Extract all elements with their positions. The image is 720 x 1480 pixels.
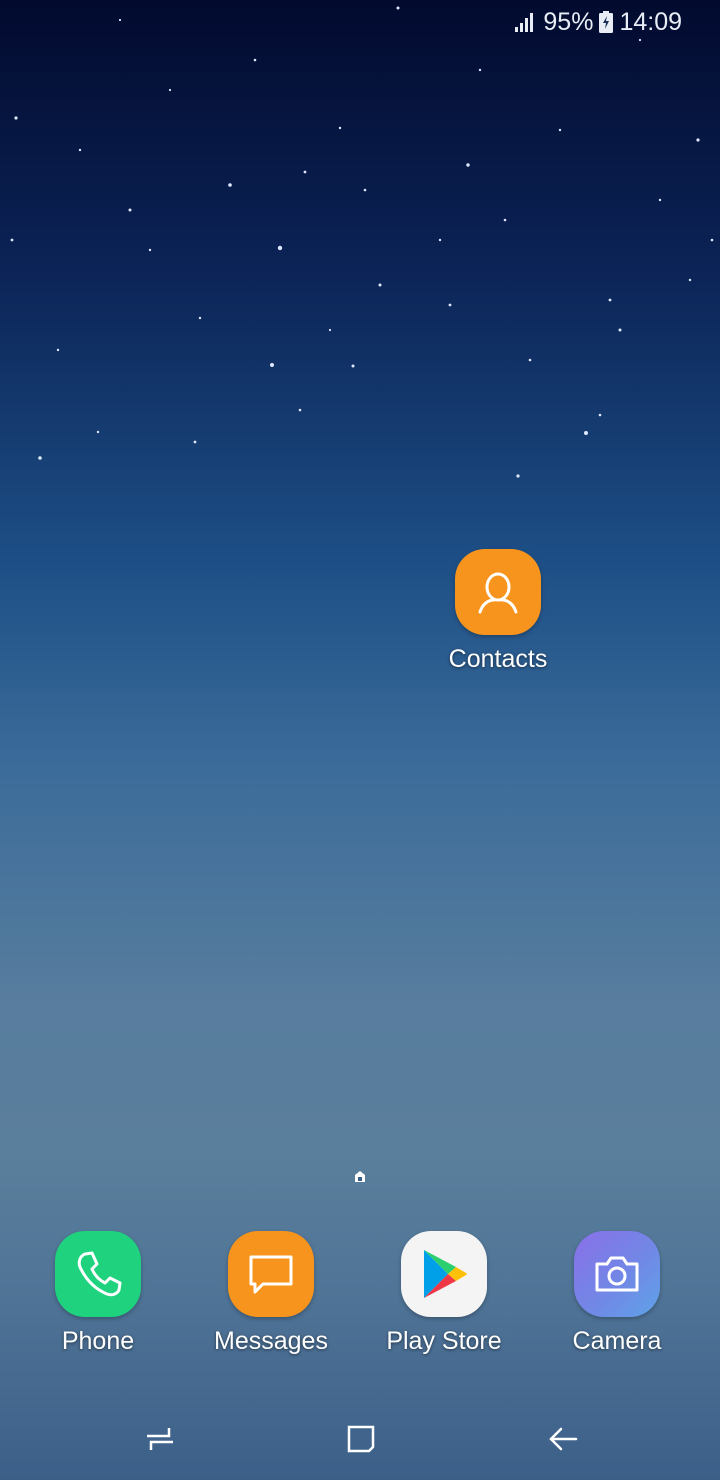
home-icon bbox=[347, 1425, 375, 1453]
dock-app-phone-label: Phone bbox=[61, 1327, 135, 1355]
app-contacts[interactable]: Contacts bbox=[428, 549, 568, 674]
contacts-icon bbox=[455, 549, 541, 635]
dock-app-messages-label: Messages bbox=[214, 1327, 328, 1355]
dock-app-play-store[interactable]: Play Store bbox=[374, 1231, 514, 1356]
dock-app-camera-label: Camera bbox=[572, 1327, 662, 1355]
back-button[interactable] bbox=[533, 1414, 593, 1464]
camera-icon bbox=[574, 1231, 660, 1317]
recent-apps-button[interactable] bbox=[130, 1414, 190, 1464]
dock-app-messages[interactable]: Messages bbox=[201, 1231, 341, 1356]
navigation-bar bbox=[0, 1396, 720, 1480]
starfield-wallpaper bbox=[10, 6, 714, 478]
home-page-indicator-icon bbox=[355, 1171, 365, 1182]
battery-percent: 95% bbox=[543, 7, 594, 36]
dock-app-play-store-label: Play Store bbox=[386, 1327, 502, 1355]
app-contacts-label: Contacts bbox=[448, 645, 548, 673]
status-bar: 95% 14:09 bbox=[0, 0, 720, 44]
signal-icon bbox=[515, 13, 534, 32]
status-icons: 95% 14:09 bbox=[515, 8, 682, 36]
messages-icon bbox=[228, 1231, 314, 1317]
play-store-icon bbox=[401, 1231, 487, 1317]
back-icon bbox=[549, 1427, 578, 1451]
home-button[interactable] bbox=[331, 1414, 391, 1464]
dock-app-phone[interactable]: Phone bbox=[28, 1231, 168, 1356]
battery-charging-icon bbox=[599, 11, 614, 33]
dock-app-camera[interactable]: Camera bbox=[547, 1231, 687, 1356]
phone-icon bbox=[55, 1231, 141, 1317]
recent-apps-icon bbox=[147, 1428, 173, 1450]
clock: 14:09 bbox=[619, 7, 682, 36]
